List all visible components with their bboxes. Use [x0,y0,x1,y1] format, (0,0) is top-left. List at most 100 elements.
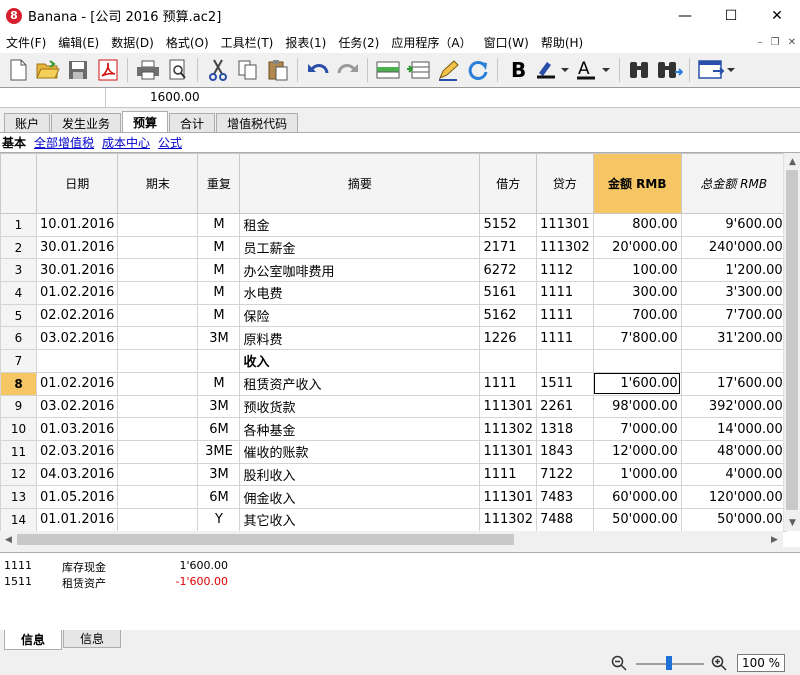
credit-cell[interactable] [536,349,594,373]
row-number[interactable]: 9 [0,394,37,419]
menu-format[interactable]: 格式(O) [160,34,215,51]
repeat-cell[interactable]: 6M [197,485,241,509]
view-cost-center[interactable]: 成本中心 [102,134,150,151]
credit-cell[interactable]: 1843 [536,439,594,464]
table-row[interactable]: 1 10.01.2016 M 租金 5152 111301 800.00 9'600.00 [0,213,787,237]
menu-data[interactable]: 数据(D) [105,34,160,51]
date-cell[interactable]: 02.02.2016 [35,303,119,328]
column-header-date[interactable]: 日期 [35,153,119,214]
total-amount-cell[interactable]: 392'000.00 [680,394,787,419]
zoom-slider-handle[interactable] [666,656,672,670]
date-cell[interactable]: 02.03.2016 [35,439,119,464]
refresh-icon[interactable] [464,57,491,84]
menu-edit[interactable]: 编辑(E) [52,34,105,51]
close-button[interactable]: ✕ [754,0,800,31]
new-file-icon[interactable] [4,57,31,84]
column-header-debit[interactable]: 借方 [479,153,538,214]
debit-cell[interactable] [479,349,538,373]
column-header-description[interactable]: 摘要 [239,153,481,214]
table-row[interactable]: 7 收入 [0,349,787,373]
debit-cell[interactable]: 111301 [479,439,538,464]
repeat-cell[interactable]: 3ME [197,439,241,464]
menu-help[interactable]: 帮助(H) [535,34,589,51]
save-icon[interactable] [64,57,91,84]
description-cell[interactable]: 预收货款 [239,394,481,419]
repeat-cell[interactable]: M [197,258,241,283]
amount-cell[interactable]: 700.00 [592,303,682,328]
date-cell[interactable]: 10.01.2016 [35,213,119,237]
table-row[interactable]: 5 02.02.2016 M 保险 5162 1111 700.00 7'700.00 [0,303,787,328]
credit-cell[interactable]: 111302 [536,235,594,260]
menu-window[interactable]: 窗口(W) [478,34,535,51]
scroll-up-arrow-icon[interactable]: ▲ [784,153,800,170]
debit-cell[interactable]: 111302 [479,417,538,441]
description-cell[interactable]: 催收的账款 [239,439,481,464]
date-cell[interactable]: 01.02.2016 [35,371,119,396]
total-amount-cell[interactable] [680,349,787,373]
amount-cell[interactable]: 7'000.00 [592,417,682,441]
end-date-cell[interactable] [117,485,199,509]
date-cell[interactable]: 03.02.2016 [35,394,119,419]
row-number[interactable]: 7 [0,349,37,373]
date-cell[interactable]: 01.01.2016 [35,507,119,532]
date-cell[interactable]: 01.05.2016 [35,485,119,509]
credit-cell[interactable]: 1111 [536,303,594,328]
repeat-cell[interactable]: M [197,235,241,260]
description-cell[interactable]: 其它收入 [239,507,481,532]
paste-icon[interactable] [264,57,291,84]
tab-accounts[interactable]: 账户 [4,113,51,132]
row-number[interactable]: 12 [0,462,37,487]
amount-cell[interactable]: 1'600.00 [592,371,682,396]
table-row[interactable]: 11 02.03.2016 3ME 催收的账款 111301 1843 12'000.00 4… [0,439,787,464]
total-amount-cell[interactable]: 17'600.00 [680,371,787,396]
row-number[interactable]: 11 [0,439,37,464]
table-row[interactable]: 4 01.02.2016 M 水电费 5161 1111 300.00 3'300.00 [0,281,787,305]
pdf-icon[interactable] [94,57,121,84]
vertical-scrollbar[interactable]: ▲ ▼ [783,153,800,531]
horizontal-scrollbar[interactable]: ◀ ▶ [0,531,783,548]
column-header-credit[interactable]: 贷方 [536,153,594,214]
menu-tasks[interactable]: 任务(2) [332,34,385,51]
repeat-cell[interactable]: M [197,303,241,328]
credit-cell[interactable]: 2261 [536,394,594,419]
repeat-cell[interactable]: 3M [197,462,241,487]
table-row[interactable]: 9 03.02.2016 3M 预收货款 111301 2261 98'000.00 392'… [0,394,787,419]
doc-restore-button[interactable]: ❐ [771,37,780,48]
debit-cell[interactable]: 5162 [479,303,538,328]
vertical-scroll-thumb[interactable] [786,170,798,510]
end-date-cell[interactable] [117,417,199,441]
credit-cell[interactable]: 1111 [536,326,594,351]
row-number[interactable]: 14 [0,507,37,532]
table-row[interactable]: 13 01.05.2016 6M 佣金收入 111301 7483 60'000.00 120… [0,485,787,509]
tab-vat-codes[interactable]: 增值税代码 [216,113,299,132]
total-amount-cell[interactable]: 1'200.00 [680,258,787,283]
undo-icon[interactable] [304,57,331,84]
amount-cell[interactable]: 50'000.00 [592,507,682,532]
date-cell[interactable]: 03.02.2016 [35,326,119,351]
zoom-out-icon[interactable] [611,655,627,671]
table-row[interactable]: 14 01.01.2016 Y 其它收入 111302 7488 50'000.00 50'0… [0,507,787,532]
row-number[interactable]: 6 [0,326,37,351]
repeat-cell[interactable]: 3M [197,394,241,419]
tab-budget[interactable]: 预算 [122,111,169,132]
repeat-cell[interactable]: M [197,371,241,396]
doc-close-button[interactable]: ✕ [788,37,796,48]
description-cell[interactable]: 收入 [239,349,481,373]
total-amount-cell[interactable]: 4'000.00 [680,462,787,487]
repeat-cell[interactable]: 3M [197,326,241,351]
end-date-cell[interactable] [117,258,199,283]
amount-cell[interactable]: 100.00 [592,258,682,283]
credit-cell[interactable]: 7122 [536,462,594,487]
debit-cell[interactable]: 1111 [479,371,538,396]
tab-info-messages[interactable]: 信息 [4,630,63,650]
debit-cell[interactable]: 6272 [479,258,538,283]
column-header-total-amount[interactable]: 总金额 RMB [680,153,787,214]
scroll-left-arrow-icon[interactable]: ◀ [0,531,17,548]
repeat-cell[interactable]: Y [197,507,241,532]
credit-cell[interactable]: 1112 [536,258,594,283]
total-amount-cell[interactable]: 50'000.00 [680,507,787,532]
add-rows-icon[interactable] [374,57,401,84]
debit-cell[interactable]: 5161 [479,281,538,305]
cut-icon[interactable] [204,57,231,84]
amount-cell[interactable]: 7'800.00 [592,326,682,351]
